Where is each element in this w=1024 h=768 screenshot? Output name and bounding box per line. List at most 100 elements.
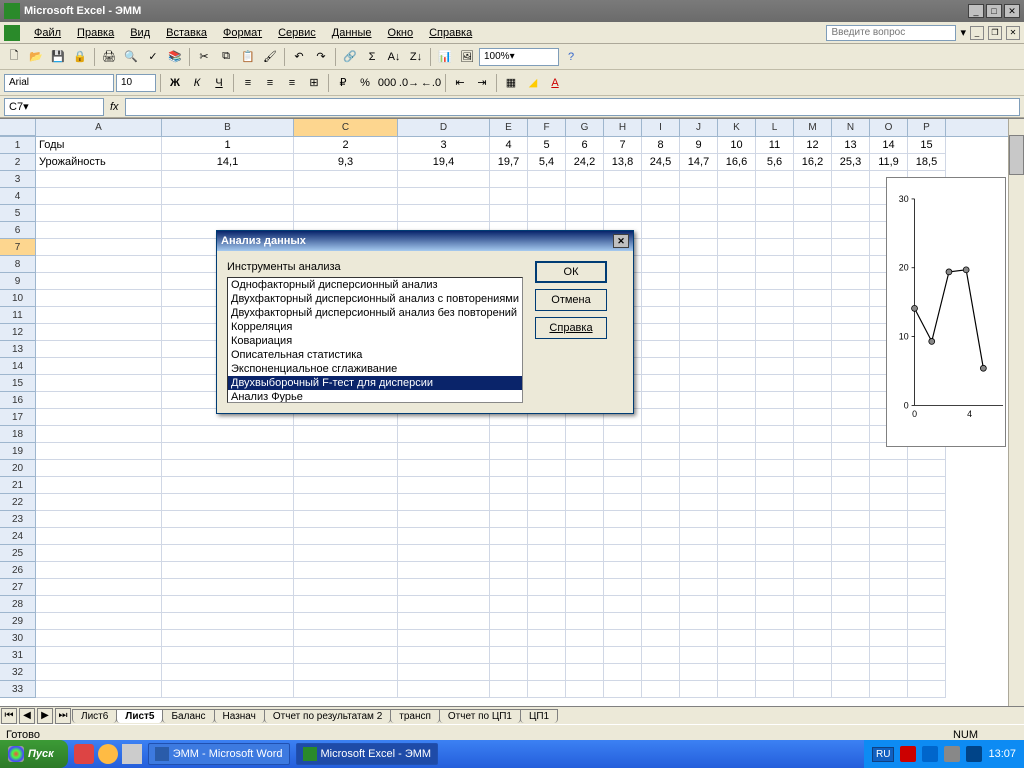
cell-N24[interactable] bbox=[832, 528, 870, 545]
cell-G1[interactable]: 6 bbox=[566, 137, 604, 154]
row-header-14[interactable]: 14 bbox=[0, 358, 36, 375]
cell-A12[interactable] bbox=[36, 324, 162, 341]
cut-button[interactable]: ✂ bbox=[194, 47, 214, 67]
cell-G24[interactable] bbox=[566, 528, 604, 545]
cell-K9[interactable] bbox=[718, 273, 756, 290]
quick-launch-icon[interactable] bbox=[98, 744, 118, 764]
cell-K29[interactable] bbox=[718, 613, 756, 630]
cell-P22[interactable] bbox=[908, 494, 946, 511]
cell-E20[interactable] bbox=[490, 460, 528, 477]
cell-J32[interactable] bbox=[680, 664, 718, 681]
cell-H2[interactable]: 13,8 bbox=[604, 154, 642, 171]
cell-M30[interactable] bbox=[794, 630, 832, 647]
sheet-tab[interactable]: Отчет по результатам 2 bbox=[264, 709, 391, 723]
cell-A6[interactable] bbox=[36, 222, 162, 239]
cell-A9[interactable] bbox=[36, 273, 162, 290]
cell-D26[interactable] bbox=[398, 562, 490, 579]
cell-C18[interactable] bbox=[294, 426, 398, 443]
cell-I15[interactable] bbox=[642, 375, 680, 392]
cell-J8[interactable] bbox=[680, 256, 718, 273]
cell-G4[interactable] bbox=[566, 188, 604, 205]
cell-A5[interactable] bbox=[36, 205, 162, 222]
cell-A26[interactable] bbox=[36, 562, 162, 579]
cell-L5[interactable] bbox=[756, 205, 794, 222]
mdi-minimize[interactable]: _ bbox=[970, 26, 984, 40]
cell-P33[interactable] bbox=[908, 681, 946, 698]
cell-C22[interactable] bbox=[294, 494, 398, 511]
cell-K3[interactable] bbox=[718, 171, 756, 188]
dialog-help-button[interactable]: Справка bbox=[535, 317, 607, 339]
cell-J29[interactable] bbox=[680, 613, 718, 630]
cell-A30[interactable] bbox=[36, 630, 162, 647]
row-header-21[interactable]: 21 bbox=[0, 477, 36, 494]
menu-file[interactable]: Файл bbox=[26, 25, 69, 41]
cell-L15[interactable] bbox=[756, 375, 794, 392]
chart-button[interactable]: 📊 bbox=[435, 47, 455, 67]
cell-K22[interactable] bbox=[718, 494, 756, 511]
cell-J10[interactable] bbox=[680, 290, 718, 307]
menu-insert[interactable]: Вставка bbox=[158, 25, 215, 41]
tool-item[interactable]: Двухвыборочный F-тест для дисперсии bbox=[228, 376, 522, 390]
align-left-button[interactable]: ≡ bbox=[238, 73, 258, 93]
sheet-tab[interactable]: Отчет по ЦП1 bbox=[439, 709, 521, 723]
cell-H23[interactable] bbox=[604, 511, 642, 528]
cell-E30[interactable] bbox=[490, 630, 528, 647]
cell-B21[interactable] bbox=[162, 477, 294, 494]
cell-K10[interactable] bbox=[718, 290, 756, 307]
cell-C29[interactable] bbox=[294, 613, 398, 630]
cell-M5[interactable] bbox=[794, 205, 832, 222]
cell-C23[interactable] bbox=[294, 511, 398, 528]
cell-L16[interactable] bbox=[756, 392, 794, 409]
menu-view[interactable]: Вид bbox=[122, 25, 158, 41]
cell-F26[interactable] bbox=[528, 562, 566, 579]
cell-K1[interactable]: 10 bbox=[718, 137, 756, 154]
menu-edit[interactable]: Правка bbox=[69, 25, 122, 41]
cell-G19[interactable] bbox=[566, 443, 604, 460]
cell-J11[interactable] bbox=[680, 307, 718, 324]
cell-L11[interactable] bbox=[756, 307, 794, 324]
cell-K24[interactable] bbox=[718, 528, 756, 545]
cell-P21[interactable] bbox=[908, 477, 946, 494]
cell-F24[interactable] bbox=[528, 528, 566, 545]
cell-J15[interactable] bbox=[680, 375, 718, 392]
cell-A17[interactable] bbox=[36, 409, 162, 426]
row-header-25[interactable]: 25 bbox=[0, 545, 36, 562]
cell-I14[interactable] bbox=[642, 358, 680, 375]
col-header-K[interactable]: K bbox=[718, 119, 756, 136]
cell-N16[interactable] bbox=[832, 392, 870, 409]
cell-L9[interactable] bbox=[756, 273, 794, 290]
cell-I22[interactable] bbox=[642, 494, 680, 511]
menu-data[interactable]: Данные bbox=[324, 25, 380, 41]
col-header-E[interactable]: E bbox=[490, 119, 528, 136]
cell-M17[interactable] bbox=[794, 409, 832, 426]
row-header-15[interactable]: 15 bbox=[0, 375, 36, 392]
row-header-4[interactable]: 4 bbox=[0, 188, 36, 205]
cell-J9[interactable] bbox=[680, 273, 718, 290]
cell-O24[interactable] bbox=[870, 528, 908, 545]
name-box[interactable]: C7 ▾ bbox=[4, 98, 104, 116]
borders-button[interactable]: ▦ bbox=[501, 73, 521, 93]
row-header-24[interactable]: 24 bbox=[0, 528, 36, 545]
cell-L29[interactable] bbox=[756, 613, 794, 630]
col-header-D[interactable]: D bbox=[398, 119, 490, 136]
cell-O27[interactable] bbox=[870, 579, 908, 596]
preview-button[interactable]: 🔍 bbox=[121, 47, 141, 67]
cell-H27[interactable] bbox=[604, 579, 642, 596]
cell-C28[interactable] bbox=[294, 596, 398, 613]
row-header-17[interactable]: 17 bbox=[0, 409, 36, 426]
cell-A14[interactable] bbox=[36, 358, 162, 375]
cell-B31[interactable] bbox=[162, 647, 294, 664]
cell-D4[interactable] bbox=[398, 188, 490, 205]
cell-J22[interactable] bbox=[680, 494, 718, 511]
cell-B24[interactable] bbox=[162, 528, 294, 545]
cell-A15[interactable] bbox=[36, 375, 162, 392]
row-header-29[interactable]: 29 bbox=[0, 613, 36, 630]
cell-F20[interactable] bbox=[528, 460, 566, 477]
cell-J4[interactable] bbox=[680, 188, 718, 205]
cell-I17[interactable] bbox=[642, 409, 680, 426]
cell-B25[interactable] bbox=[162, 545, 294, 562]
cell-C20[interactable] bbox=[294, 460, 398, 477]
research-button[interactable]: 📚 bbox=[165, 47, 185, 67]
cell-K28[interactable] bbox=[718, 596, 756, 613]
cell-H4[interactable] bbox=[604, 188, 642, 205]
